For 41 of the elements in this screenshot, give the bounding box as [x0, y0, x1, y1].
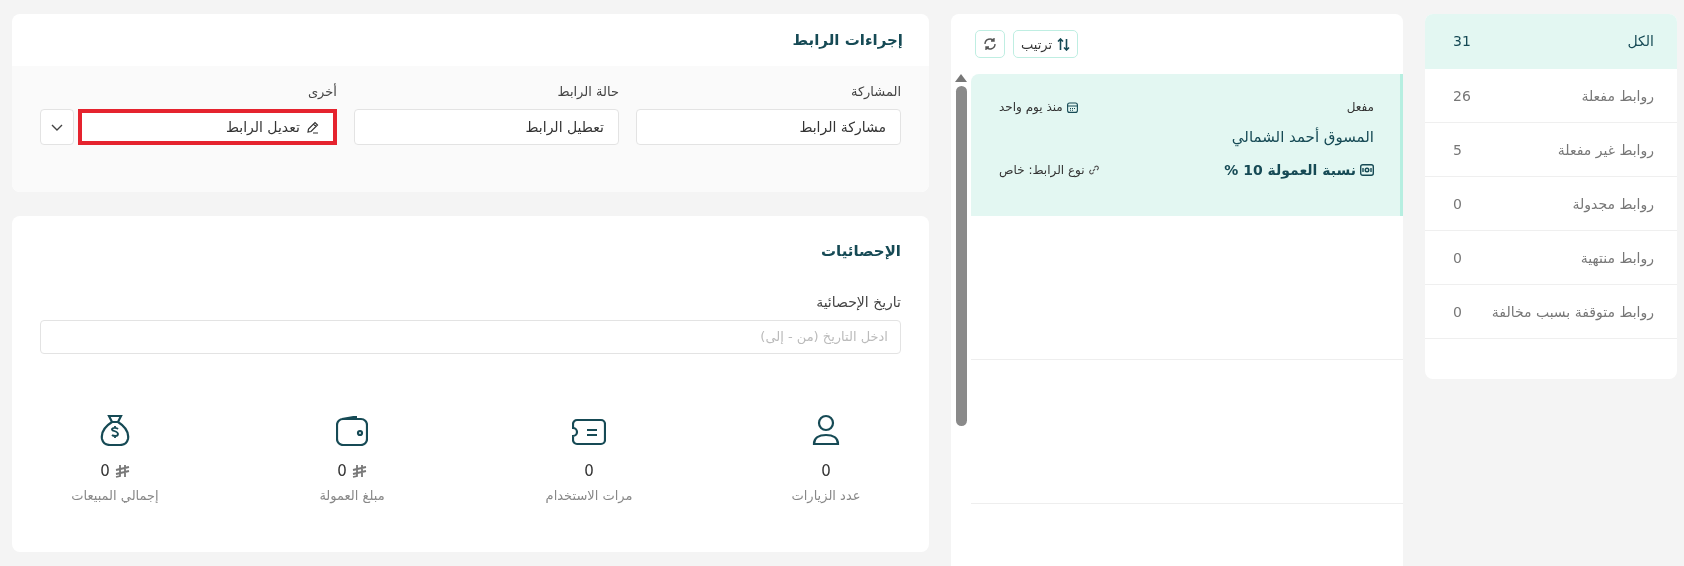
- pencil-icon: [305, 120, 319, 134]
- status-text: مفعل: [1346, 100, 1374, 114]
- refresh-icon: [983, 37, 997, 51]
- chevron-down-icon: [51, 123, 63, 131]
- marketer-name: المسوق أحمد الشمالي: [1230, 128, 1374, 146]
- card-title: الإحصائيات: [821, 241, 901, 260]
- field-label: تاريخ الإحصائية: [815, 293, 901, 310]
- scroll-up-arrow-icon[interactable]: [955, 74, 967, 82]
- refresh-button[interactable]: [975, 30, 1005, 58]
- wallet-icon: [336, 415, 368, 446]
- action-button[interactable]: مشاركة الرابط: [635, 109, 901, 145]
- link-card[interactable]: مفعل منذ يوم واحد المسوق أحمد الشمالي نسبة العمولة 10 % نوع الرابط: خاص: [971, 74, 1403, 216]
- field-label: حالة الرابط: [556, 84, 619, 99]
- field-label: أخرى: [306, 84, 337, 99]
- calendar-icon: [1066, 101, 1078, 113]
- stat-label: إجمالي المبيعات: [71, 487, 159, 503]
- sort-icon: [1057, 37, 1071, 51]
- cash-icon: [1360, 164, 1374, 176]
- date-range-field[interactable]: ادخل التاريخ (من - إلى): [40, 319, 901, 354]
- sort-button[interactable]: ترتيب: [1013, 30, 1079, 58]
- action-button[interactable]: تعطيل الرابط: [353, 109, 619, 145]
- stat-label: مرات الاستخدام: [545, 487, 633, 503]
- stat-value: 0: [821, 461, 831, 480]
- stat-label: عدد الزيارات: [791, 487, 861, 503]
- stat-value: 0: [337, 461, 347, 480]
- link-icon: [1088, 165, 1099, 175]
- link-type-text: نوع الرابط: خاص: [999, 163, 1085, 177]
- currency-icon: [114, 463, 130, 478]
- user-icon: [812, 413, 840, 446]
- stat-value: 0: [100, 461, 110, 480]
- stat-value: 0: [584, 461, 594, 480]
- field-label: المشاركة: [849, 84, 901, 99]
- money-bag-icon: [100, 413, 130, 446]
- card-title: إجراءات الرابط: [792, 31, 903, 49]
- edit-link-button[interactable]: تعديل الرابط: [78, 109, 337, 145]
- stat-label: مبلغ العمولة: [319, 487, 385, 503]
- date-text: منذ يوم واحد: [999, 100, 1063, 114]
- ticket-icon: [572, 417, 606, 446]
- currency-icon: [351, 463, 367, 478]
- commission-text: نسبة العمولة 10 %: [1224, 162, 1356, 178]
- dropdown-button[interactable]: [40, 109, 74, 145]
